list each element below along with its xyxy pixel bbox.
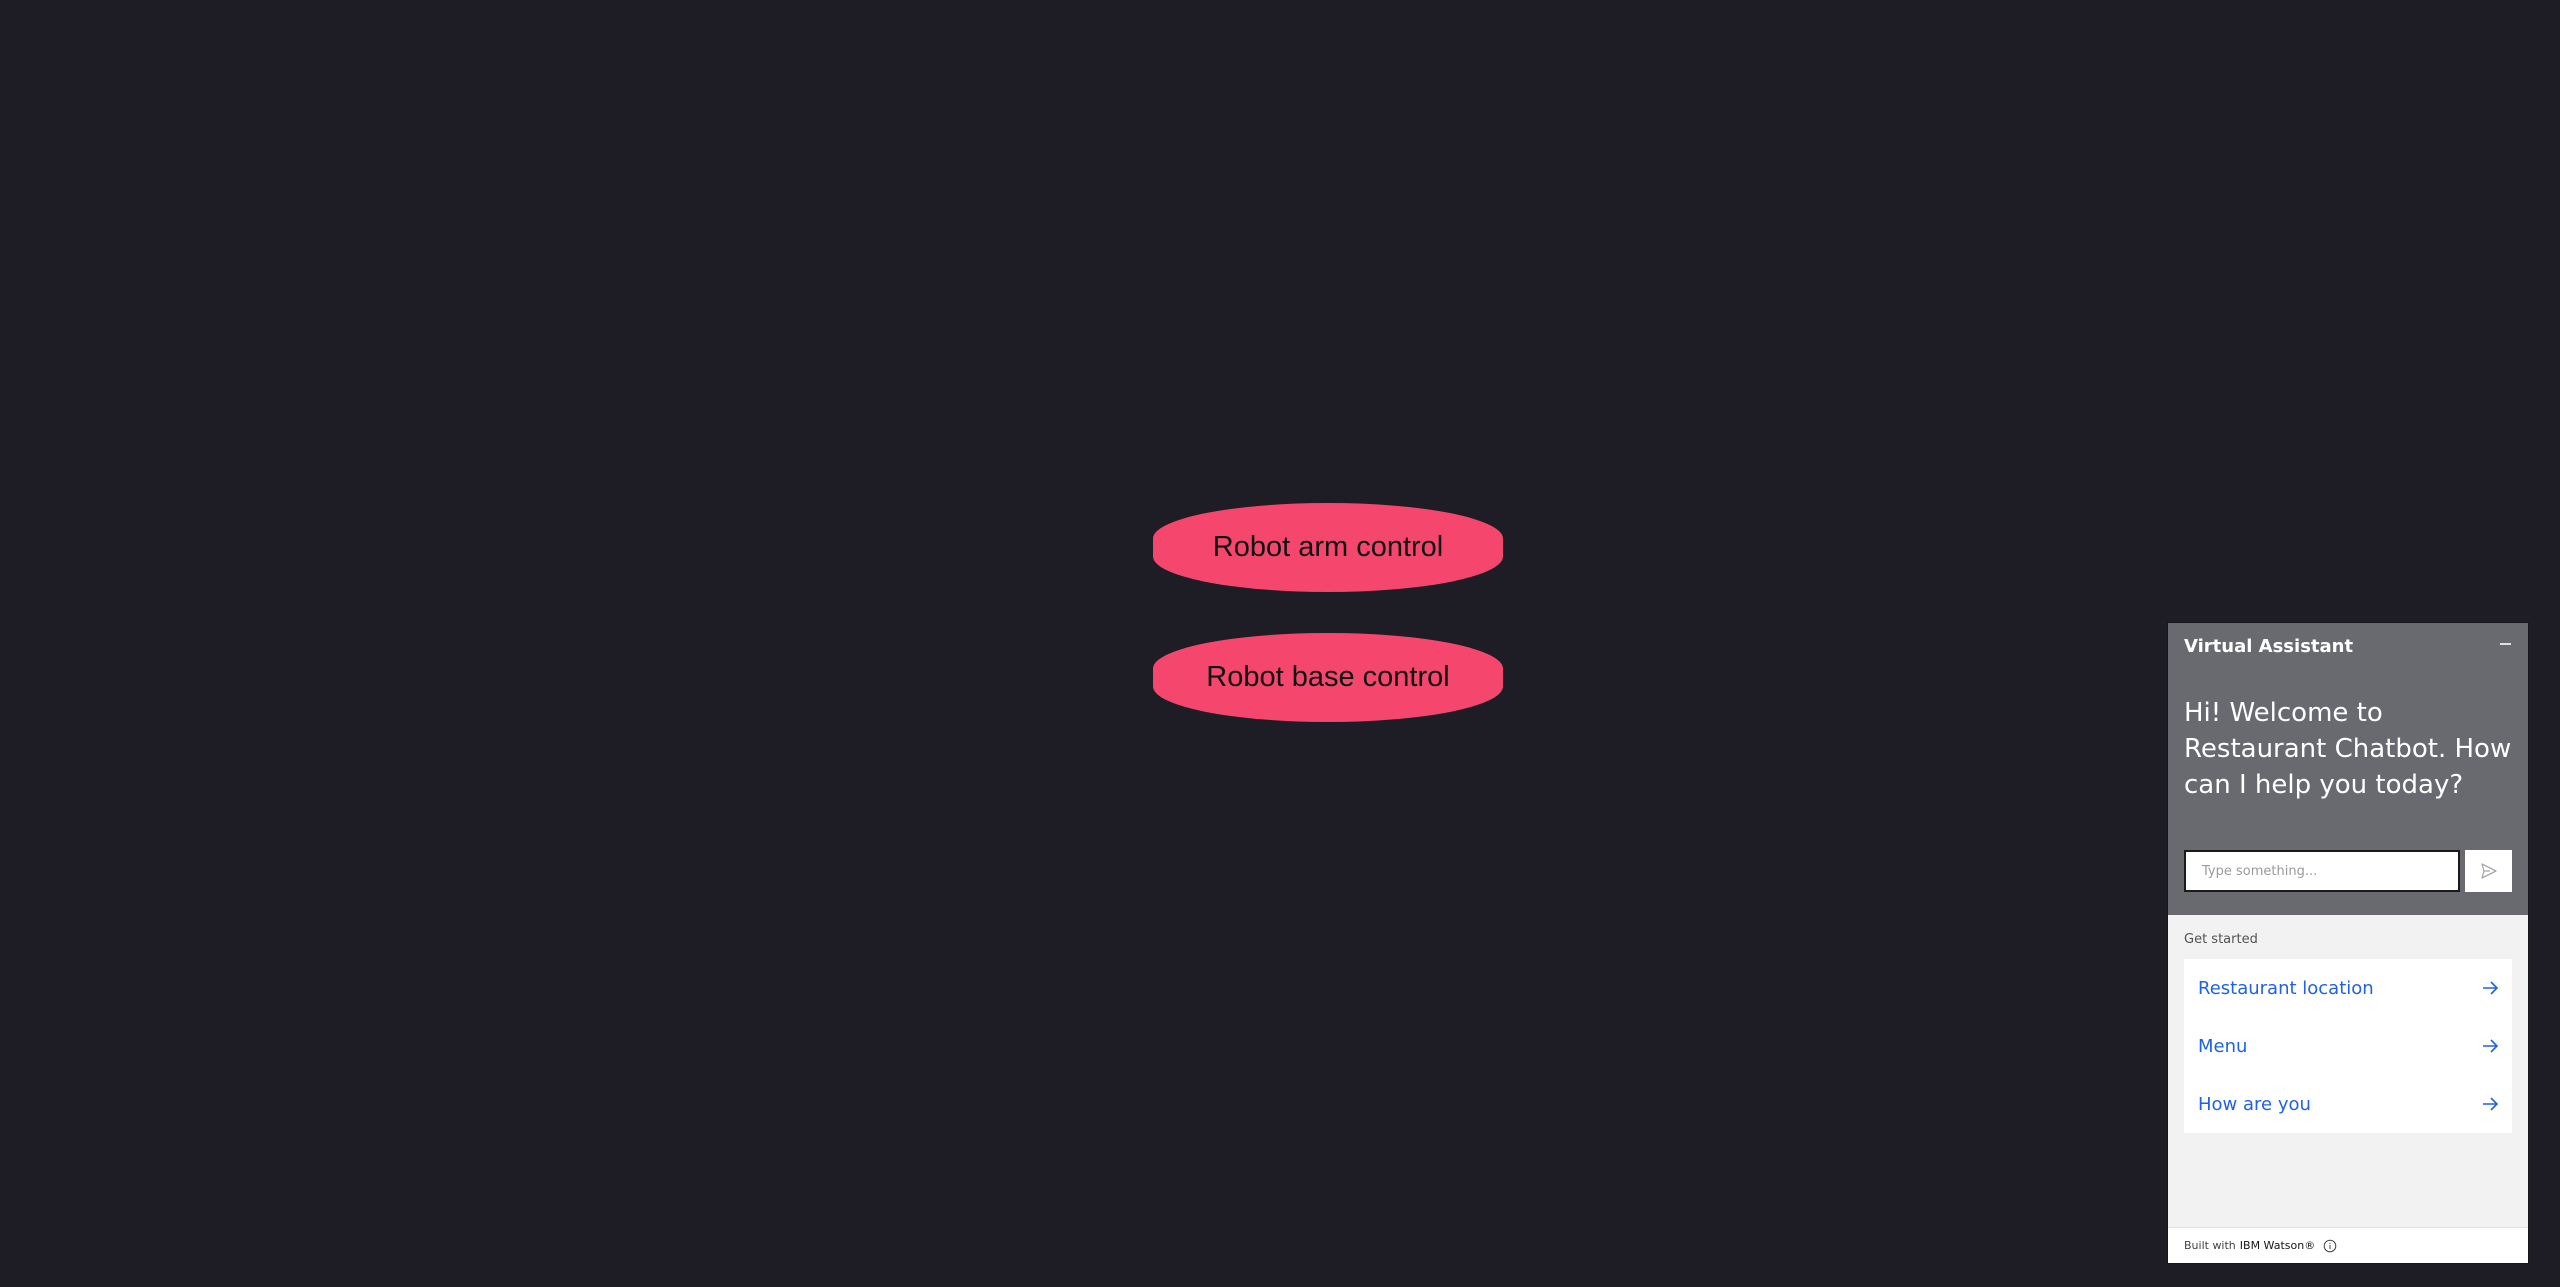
send-button[interactable] xyxy=(2465,850,2512,892)
chat-footer: Built with IBM Watson® xyxy=(2168,1227,2528,1263)
message-input[interactable] xyxy=(2186,852,2458,890)
send-icon xyxy=(2480,863,2497,879)
footer-brand: IBM Watson® xyxy=(2239,1239,2316,1252)
option-how-are-you[interactable]: How are you xyxy=(2184,1075,2512,1133)
robot-base-control-button[interactable]: Robot base control xyxy=(1153,633,1503,722)
arrow-right-icon xyxy=(2483,1097,2499,1111)
option-label: Menu xyxy=(2198,1035,2248,1057)
chat-header: Virtual Assistant Hi! Welcome to Restaur… xyxy=(2168,623,2528,915)
option-label: Restaurant location xyxy=(2198,977,2374,999)
arrow-right-icon xyxy=(2483,981,2499,995)
option-menu[interactable]: Menu xyxy=(2184,1017,2512,1075)
chat-widget: Virtual Assistant Hi! Welcome to Restaur… xyxy=(2168,623,2528,1263)
minimize-button[interactable] xyxy=(2496,635,2514,653)
quick-options-list: Restaurant location Menu How are you xyxy=(2184,959,2512,1133)
minimize-icon xyxy=(2499,643,2511,645)
message-input-container xyxy=(2184,850,2460,892)
welcome-message: Hi! Welcome to Restaurant Chatbot. How c… xyxy=(2184,698,2512,800)
robot-arm-control-button[interactable]: Robot arm control xyxy=(1153,503,1503,592)
chat-title: Virtual Assistant xyxy=(2184,636,2354,657)
arrow-right-icon xyxy=(2483,1039,2499,1053)
footer-prefix: Built with xyxy=(2184,1239,2236,1252)
info-icon[interactable] xyxy=(2323,1239,2337,1253)
option-restaurant-location[interactable]: Restaurant location xyxy=(2184,959,2512,1017)
get-started-label: Get started xyxy=(2184,932,2258,947)
option-label: How are you xyxy=(2198,1093,2311,1115)
